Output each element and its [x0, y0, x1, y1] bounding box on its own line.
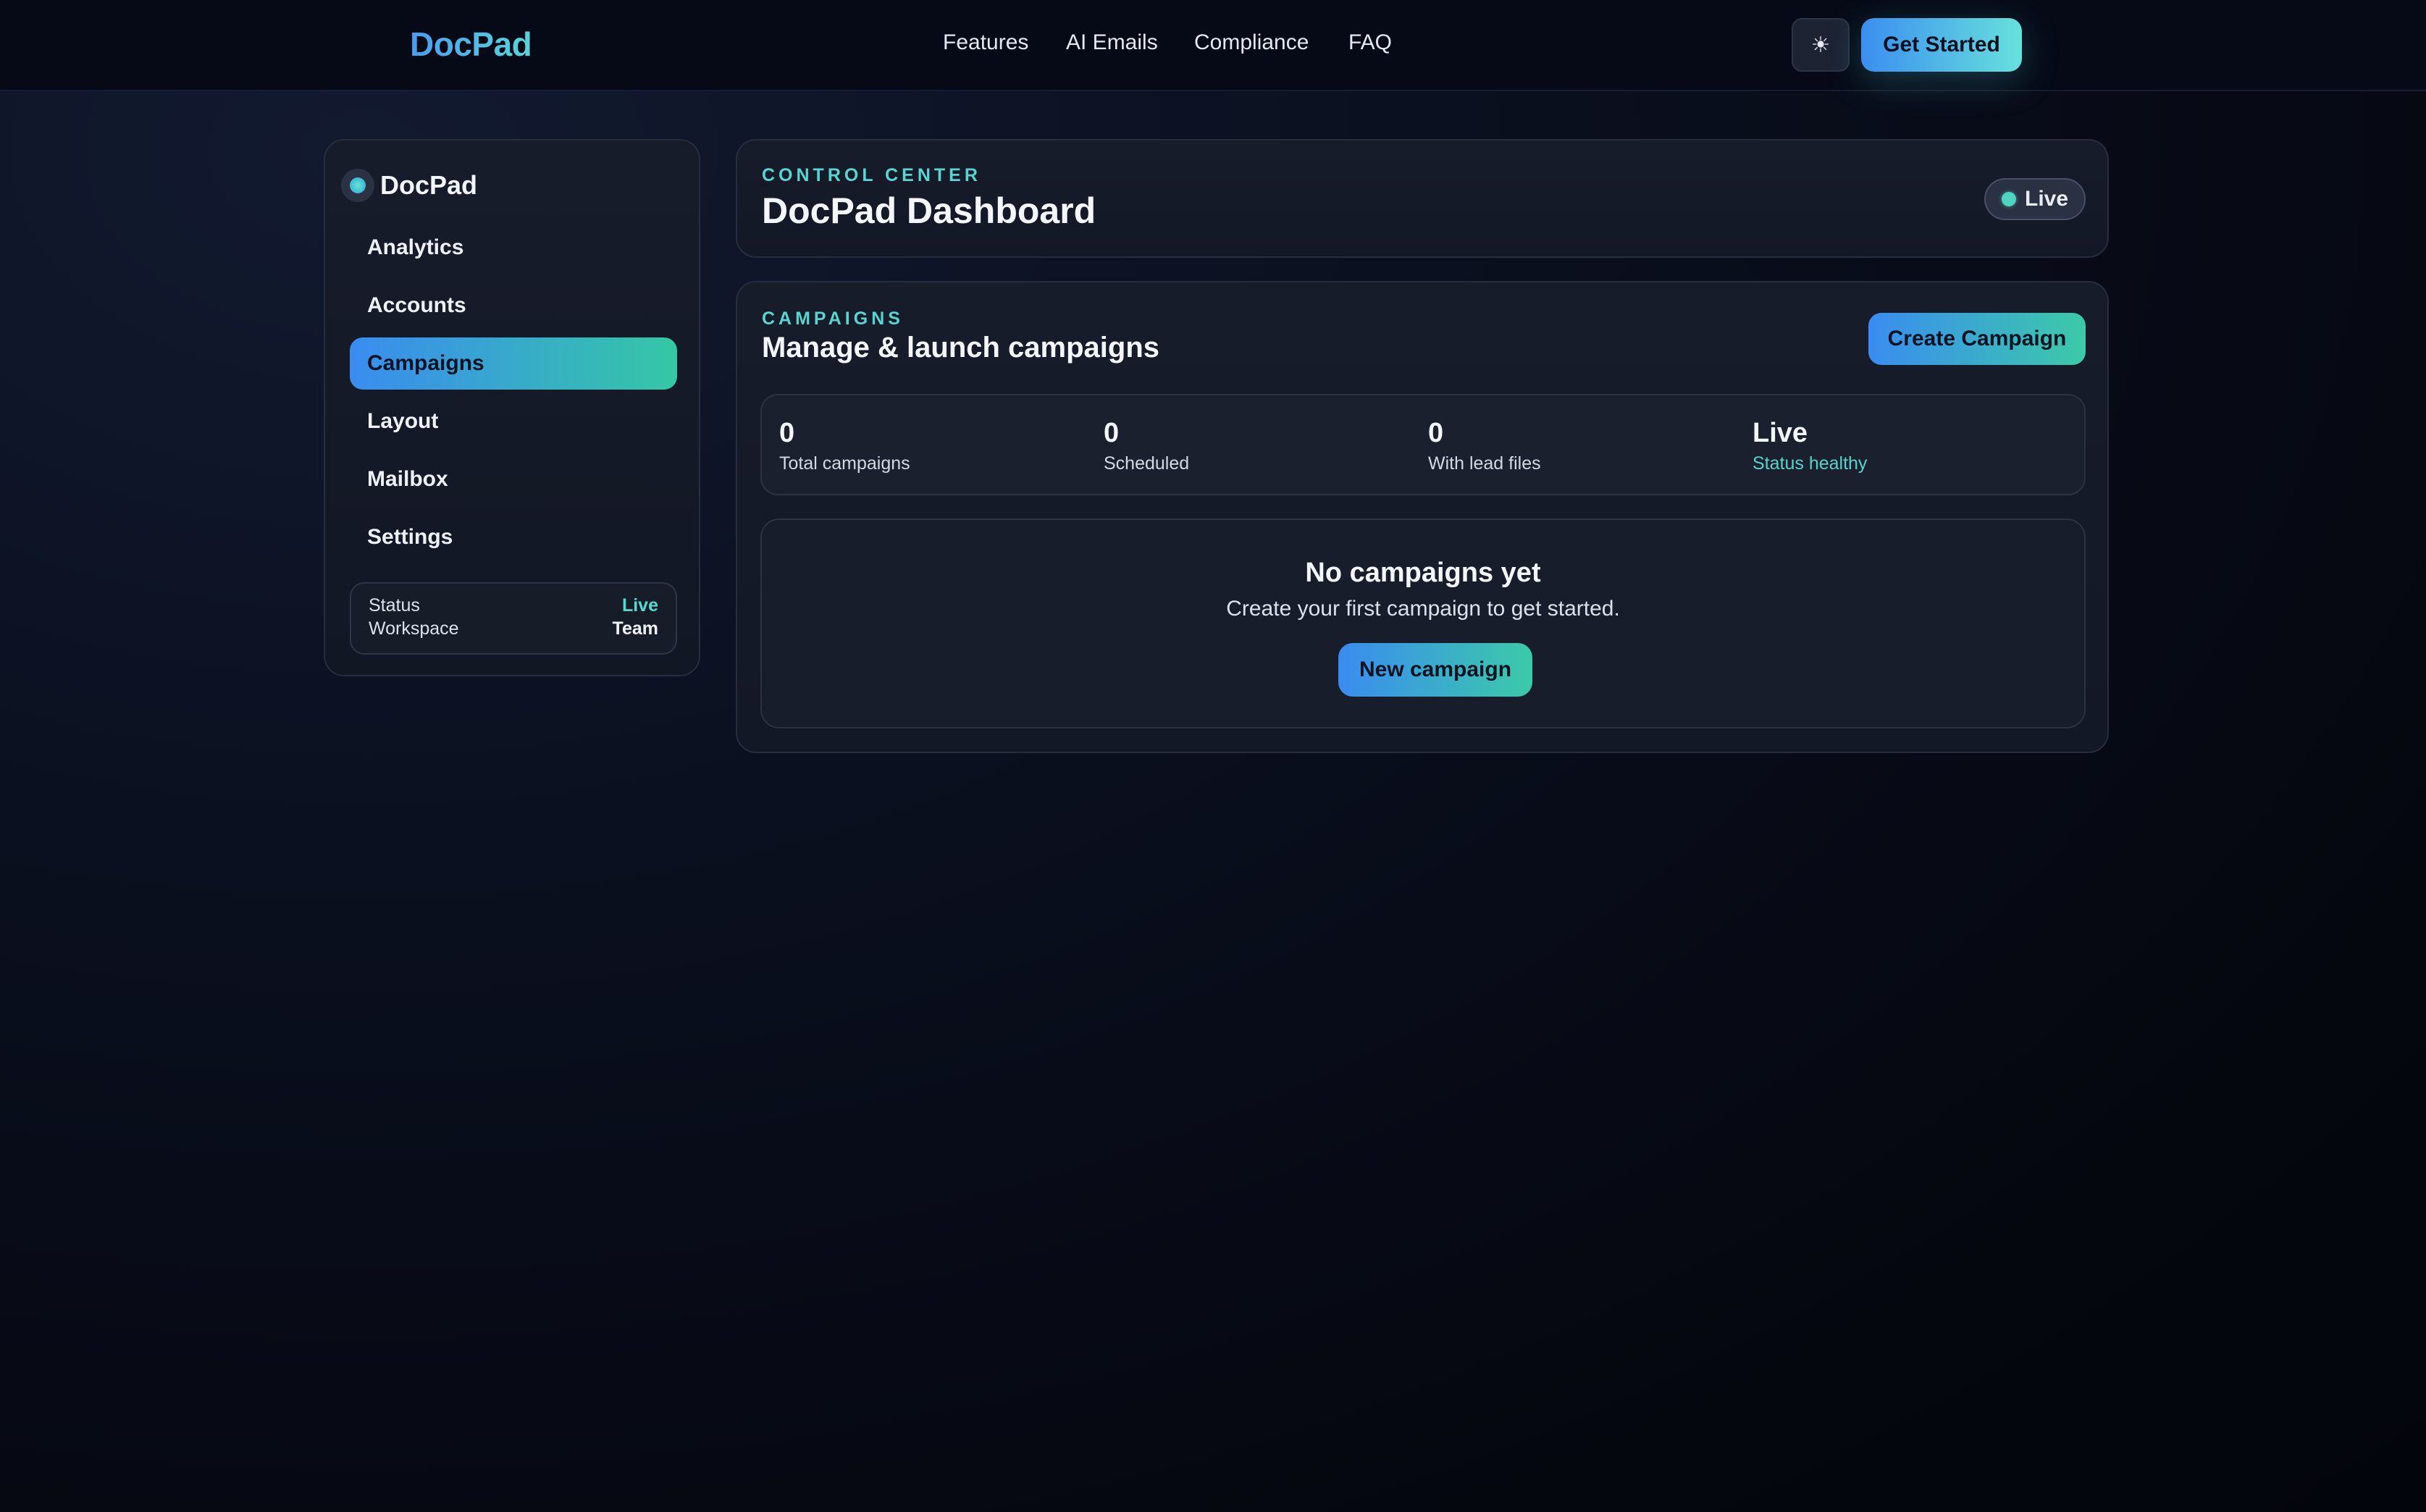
workspace-label: Workspace: [369, 618, 459, 639]
status-label: Status: [369, 595, 420, 616]
sidebar-item-mailbox[interactable]: Mailbox: [350, 453, 677, 505]
empty-state-title: No campaigns yet: [1305, 558, 1541, 588]
campaigns-card: CAMPAIGNS Manage & launch campaigns Crea…: [736, 281, 2109, 753]
sidebar-status-panel: Status Live Workspace Team: [350, 582, 677, 655]
stat-total-campaigns: 0 Total campaigns: [779, 417, 910, 474]
sidebar-item-analytics[interactable]: Analytics: [350, 222, 677, 274]
live-badge-label: Live: [2025, 187, 2069, 211]
live-dot-icon: [2002, 192, 2016, 206]
new-campaign-button[interactable]: New campaign: [1338, 643, 1532, 697]
stat-label: Status healthy: [1753, 453, 1868, 474]
get-started-button[interactable]: Get Started: [1861, 18, 2022, 72]
workspace-row: Workspace Team: [369, 617, 658, 640]
theme-toggle-button[interactable]: ☀: [1792, 18, 1850, 72]
nav-link-compliance[interactable]: Compliance: [1194, 30, 1309, 55]
stat-value: Live: [1753, 418, 1808, 448]
stat-value: 0: [1428, 418, 1444, 448]
page-title: DocPad Dashboard: [762, 190, 1096, 231]
stat-with-lead-files: 0 With lead files: [1428, 417, 1541, 474]
create-campaign-button[interactable]: Create Campaign: [1868, 313, 2086, 365]
stat-value: 0: [779, 418, 795, 448]
sidebar-item-layout[interactable]: Layout: [350, 395, 677, 448]
dashboard-header-card: CONTROL CENTER DocPad Dashboard Live: [736, 139, 2109, 258]
stat-scheduled: 0 Scheduled: [1104, 417, 1189, 474]
campaign-stats: 0 Total campaigns 0 Scheduled 0 With lea…: [760, 394, 2086, 495]
nav-links: Features AI Emails Compliance FAQ: [0, 30, 2426, 59]
sidebar-brand-text: DocPad: [380, 170, 478, 200]
nav-link-faq[interactable]: FAQ: [1348, 30, 1392, 55]
empty-state-subtitle: Create your first campaign to get starte…: [1226, 597, 1620, 621]
workspace-value: Team: [612, 618, 658, 639]
status-value: Live: [621, 595, 658, 616]
stat-status: Live Status healthy: [1753, 417, 1867, 474]
stat-label: Total campaigns: [779, 453, 910, 474]
sidebar-item-accounts[interactable]: Accounts: [350, 280, 677, 332]
sidebar: DocPad Analytics Accounts Campaigns Layo…: [324, 139, 700, 676]
nav-link-features[interactable]: Features: [943, 30, 1028, 55]
campaigns-eyebrow: CAMPAIGNS: [762, 308, 904, 329]
sidebar-brand: DocPad: [341, 167, 477, 204]
brand-dot-icon: [341, 169, 374, 202]
sidebar-item-campaigns[interactable]: Campaigns: [350, 337, 677, 390]
empty-state: No campaigns yet Create your first campa…: [760, 518, 2086, 728]
header-eyebrow: CONTROL CENTER: [762, 165, 981, 185]
status-row: Status Live: [369, 594, 658, 617]
top-navigation-bar: DocPad Features AI Emails Compliance FAQ…: [0, 0, 2426, 91]
live-status-badge: Live: [1984, 178, 2086, 220]
campaigns-title: Manage & launch campaigns: [762, 332, 1160, 364]
stat-value: 0: [1104, 418, 1120, 448]
stat-label: Scheduled: [1104, 453, 1190, 474]
stat-label: With lead files: [1428, 453, 1541, 474]
sidebar-item-settings[interactable]: Settings: [350, 511, 677, 563]
nav-link-ai-emails[interactable]: AI Emails: [1066, 30, 1158, 55]
sun-icon: ☀: [1810, 33, 1831, 57]
